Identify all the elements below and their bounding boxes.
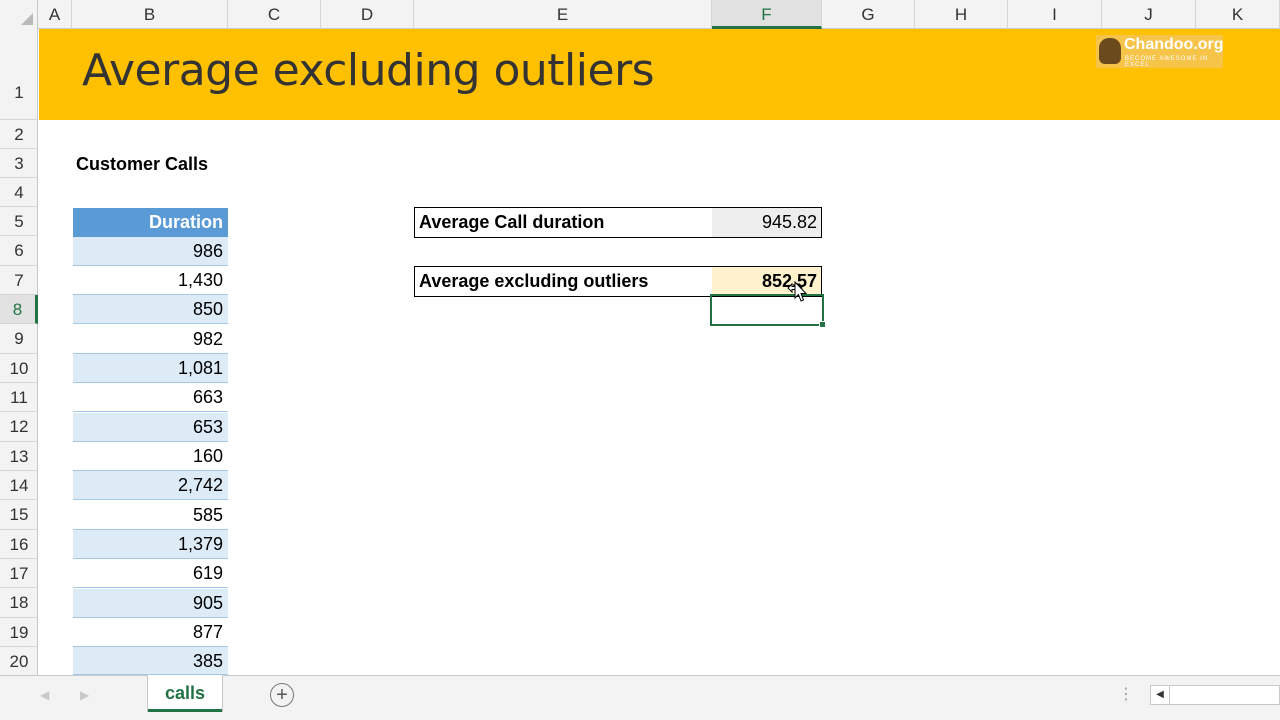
scroll-left-arrow-icon[interactable]: ◀ (1151, 686, 1170, 704)
table-row[interactable]: 986 (73, 237, 228, 266)
logo-name: Chandoo.org (1124, 36, 1224, 53)
column-header-bar: A B C D E F G H I J K (0, 0, 1280, 29)
table-row[interactable]: 385 (73, 647, 228, 675)
chandoo-logo: Chandoo.org BECOME AWESOME IN EXCEL (1096, 35, 1224, 68)
column-header-e[interactable]: E (414, 0, 712, 29)
row-header-bar: 1 2 3 4 5 6 7 8 9 10 11 12 13 14 15 16 1… (0, 29, 38, 677)
scroll-tabs-left-icon[interactable]: ◀ (40, 688, 49, 702)
column-header-i[interactable]: I (1008, 0, 1102, 29)
table-row[interactable]: 663 (73, 383, 228, 412)
row-header-11[interactable]: 11 (0, 383, 38, 412)
column-header-c[interactable]: C (228, 0, 321, 29)
row-header-17[interactable]: 17 (0, 559, 38, 588)
table-row[interactable]: 905 (73, 589, 228, 618)
table-header-duration[interactable]: Duration (73, 208, 228, 237)
column-header-a[interactable]: A (38, 0, 72, 29)
fill-handle[interactable] (819, 321, 826, 328)
row-header-6[interactable]: 6 (0, 236, 38, 266)
sheet-tab-calls[interactable]: calls (148, 675, 222, 712)
table-row[interactable]: 653 (73, 413, 228, 442)
column-header-g[interactable]: G (822, 0, 915, 29)
table-row[interactable]: 2,742 (73, 471, 228, 500)
logo-tagline: BECOME AWESOME IN EXCEL (1125, 56, 1209, 68)
table-row[interactable]: 877 (73, 618, 228, 647)
table-row[interactable]: 619 (73, 559, 228, 588)
row-header-10[interactable]: 10 (0, 354, 38, 383)
row-header-14[interactable]: 14 (0, 471, 38, 500)
row-header-4[interactable]: 4 (0, 178, 38, 207)
row-header-9[interactable]: 9 (0, 324, 38, 354)
row-header-1[interactable]: 1 (0, 29, 38, 120)
table-row[interactable]: 1,081 (73, 354, 228, 383)
table-row[interactable]: 160 (73, 442, 228, 471)
avg-excluding-outliers-label[interactable]: Average excluding outliers (414, 266, 712, 297)
row-header-5[interactable]: 5 (0, 207, 38, 236)
add-sheet-icon[interactable]: + (270, 683, 294, 707)
row-header-13[interactable]: 13 (0, 442, 38, 471)
table-row[interactable]: 850 (73, 295, 228, 324)
table-row[interactable]: 1,430 (73, 266, 228, 295)
avg-call-duration-label[interactable]: Average Call duration (414, 207, 712, 238)
row-header-12[interactable]: 12 (0, 412, 38, 442)
column-header-f[interactable]: F (712, 0, 822, 29)
column-header-j[interactable]: J (1102, 0, 1196, 29)
page-title: Average excluding outliers (82, 45, 655, 96)
row-header-2[interactable]: 2 (0, 120, 38, 149)
table-row[interactable]: 982 (73, 325, 228, 354)
mascot-icon (1099, 38, 1121, 64)
column-header-k[interactable]: K (1196, 0, 1280, 29)
row-header-8[interactable]: 8 (0, 295, 38, 324)
table-row[interactable]: 1,379 (73, 530, 228, 559)
row-header-20[interactable]: 20 (0, 647, 38, 676)
split-handle-icon[interactable]: ⋮ (1118, 684, 1134, 704)
table-row[interactable]: 585 (73, 501, 228, 530)
avg-call-duration-value[interactable]: 945.82 (712, 207, 822, 238)
row-header-3[interactable]: 3 (0, 149, 38, 178)
select-all-corner[interactable] (0, 0, 38, 29)
column-header-d[interactable]: D (321, 0, 414, 29)
select-all-triangle-icon (21, 13, 33, 25)
row-header-18[interactable]: 18 (0, 588, 38, 618)
scroll-tabs-right-icon[interactable]: ▶ (80, 688, 89, 702)
row-header-15[interactable]: 15 (0, 500, 38, 530)
row-header-7[interactable]: 7 (0, 266, 38, 295)
column-header-b[interactable]: B (72, 0, 228, 29)
section-label[interactable]: Customer Calls (76, 150, 208, 179)
horizontal-scrollbar[interactable]: ◀ (1150, 685, 1280, 705)
column-header-h[interactable]: H (915, 0, 1008, 29)
mouse-pointer-icon (787, 280, 808, 302)
row-header-19[interactable]: 19 (0, 618, 38, 647)
row-header-16[interactable]: 16 (0, 530, 38, 559)
